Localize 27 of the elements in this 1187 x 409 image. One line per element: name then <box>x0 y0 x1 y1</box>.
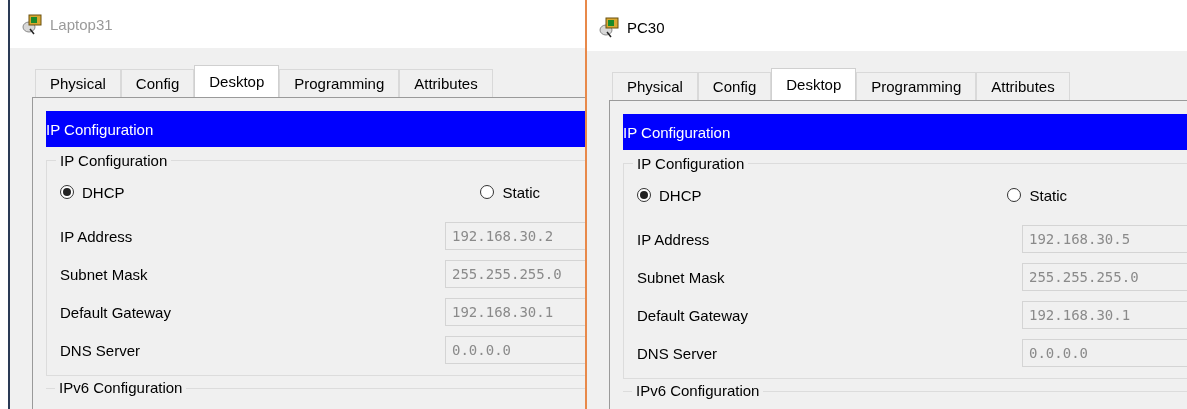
field-label: DNS Server <box>60 341 142 359</box>
field-label: Subnet Mask <box>60 265 149 283</box>
group-title: IP Configuration <box>56 152 172 169</box>
group-title: IP Configuration <box>633 155 749 172</box>
window-title: PC30 <box>627 18 665 36</box>
field-label: IP Address <box>637 230 711 248</box>
group-title: IPv6 Configuration <box>632 382 764 399</box>
radio-button[interactable]: DHCP <box>637 186 702 204</box>
tab[interactable]: Attributes <box>976 72 1070 100</box>
field-label: Subnet Mask <box>637 268 726 286</box>
field-label: Default Gateway <box>637 306 749 324</box>
tab[interactable]: Config <box>697 72 772 100</box>
tab[interactable]: Desktop <box>771 68 857 100</box>
group-title: IPv6 Configuration <box>55 379 187 396</box>
section-header: IP Configuration <box>46 111 585 147</box>
radio-button[interactable]: Static <box>480 183 540 201</box>
window-title: Laptop31 <box>50 15 113 33</box>
field-label: Default Gateway <box>60 303 172 321</box>
field-label: IP Address <box>60 227 134 245</box>
radio-button[interactable]: Static <box>1007 186 1067 204</box>
tab[interactable]: Physical <box>612 72 698 100</box>
radio-button[interactable]: DHCP <box>60 183 125 201</box>
tab[interactable]: Programming <box>856 72 977 100</box>
computer-icon <box>599 16 621 38</box>
computer-icon <box>22 13 44 35</box>
field-label: DNS Server <box>637 344 719 362</box>
section-header: IP Configuration <box>623 114 1187 150</box>
